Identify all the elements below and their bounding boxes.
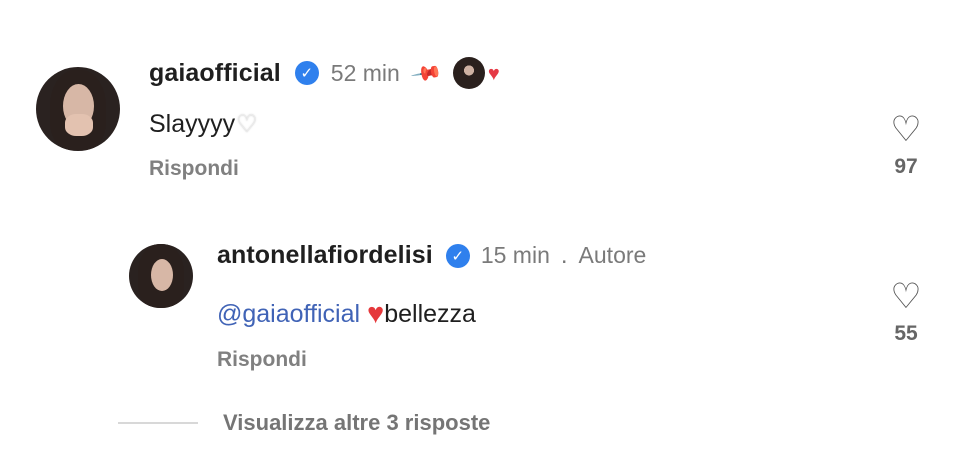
view-more-label[interactable]: Visualizza altre 3 risposte [223, 410, 490, 436]
username[interactable]: gaiaofficial [149, 59, 281, 88]
white-heart-icon: ♡ [236, 111, 258, 138]
view-more-replies[interactable]: Visualizza altre 3 risposte [118, 410, 490, 436]
comment-time: 52 min [330, 59, 400, 86]
heart-icon: ♥ [487, 63, 500, 85]
heart-outline-icon[interactable]: ♡ [890, 279, 921, 314]
creator-liked-icon: ♥ [452, 57, 500, 89]
comment-text: Slayyyy♡ [149, 110, 258, 139]
verified-badge-icon: ✓ [294, 61, 319, 85]
comment-header: gaiaofficial ✓ 52 min 📌 ♥ [149, 57, 500, 90]
like-count: 97 [894, 155, 918, 178]
heart-outline-icon[interactable]: ♡ [890, 112, 921, 147]
reply-header: antonellafiordelisi ✓ 15 min . Autore [217, 241, 646, 270]
reply-text: @gaiaofficial ♥bellezza [217, 297, 476, 330]
gaiaofficial-avatar[interactable] [36, 67, 120, 151]
like-control[interactable]: ♡ 97 [881, 112, 931, 179]
author-label: Autore [578, 242, 647, 268]
antonellafiordelisi-avatar[interactable] [129, 244, 193, 308]
reply-button[interactable]: Rispondi [149, 157, 239, 181]
avatar-face [151, 259, 173, 291]
separator-dot: . [560, 241, 568, 269]
comment-message: Slayyyy [149, 110, 236, 138]
pin-icon: 📌 [409, 57, 443, 90]
avatar-hand [65, 114, 93, 136]
like-count: 55 [894, 322, 918, 345]
username[interactable]: antonellafiordelisi [217, 241, 433, 270]
comment-time: 15 min [480, 242, 550, 268]
reply-button[interactable]: Rispondi [217, 348, 307, 372]
like-control[interactable]: ♡ 55 [881, 279, 931, 346]
comments-panel: gaiaofficial ✓ 52 min 📌 ♥ Slayyyy♡ Rispo… [0, 0, 971, 464]
red-heart-icon: ♥ [367, 298, 385, 330]
mention-link[interactable]: @gaiaofficial [217, 300, 360, 328]
divider-line [118, 422, 198, 424]
verified-badge-icon: ✓ [445, 243, 470, 268]
reply-message: bellezza [384, 300, 476, 328]
